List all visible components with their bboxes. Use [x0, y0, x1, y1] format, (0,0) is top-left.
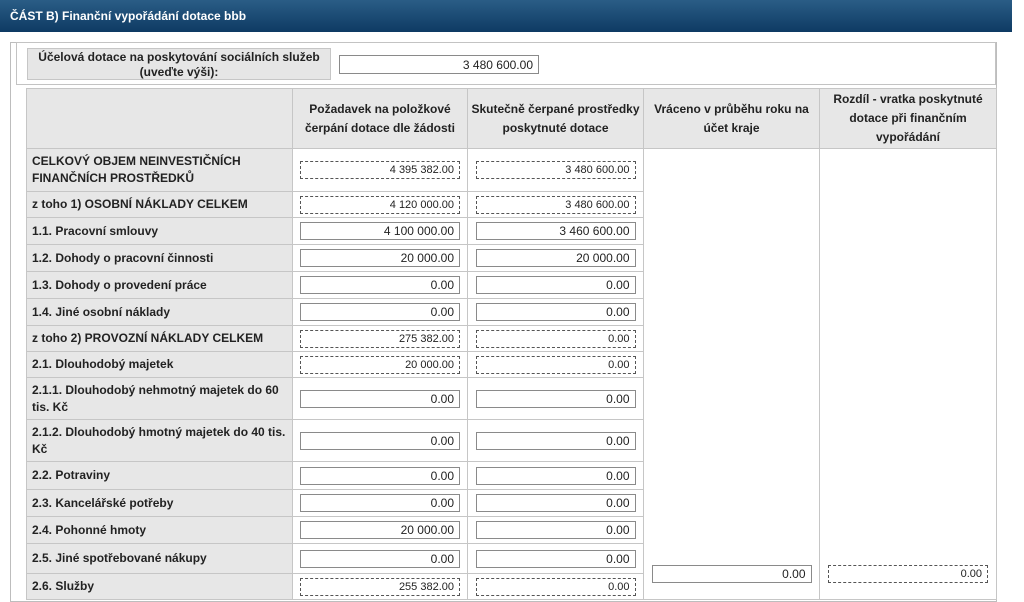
actual-amount-computed: 3 480 600.00 — [475, 195, 636, 214]
cell-actual: 0.00 — [467, 325, 644, 352]
actual-amount-input[interactable]: 0.00 — [475, 549, 636, 568]
row-label: 2.1.1. Dlouhodobý nehmotný majetek do 60… — [26, 377, 293, 420]
row-label: 1.2. Dohody o pracovní činnosti — [26, 244, 293, 272]
requested-amount-computed: 4 395 382.00 — [300, 161, 460, 179]
actual-amount-input[interactable]: 3 460 600.00 — [475, 222, 636, 240]
cell-actual: 0.00 — [467, 489, 644, 517]
cell-requested: 20 000.00 — [292, 244, 468, 272]
cell-requested: 4 100 000.00 — [292, 217, 468, 245]
requested-amount-input[interactable]: 0.00 — [300, 303, 460, 321]
requested-amount-computed: 20 000.00 — [300, 355, 460, 374]
cell-actual: 0.00 — [467, 271, 644, 299]
row-label: 1.3. Dohody o provedení práce — [26, 271, 293, 299]
cell-actual: 3 480 600.00 — [467, 191, 644, 218]
row-label: 2.4. Pohonné hmoty — [26, 516, 293, 544]
actual-amount-input[interactable]: 0.00 — [475, 303, 636, 321]
row-label: 2.5. Jiné spotřebované nákupy — [26, 543, 293, 574]
cell-actual: 0.00 — [467, 516, 644, 544]
requested-amount-input[interactable]: 0.00 — [300, 276, 460, 294]
cell-actual: 0.00 — [467, 461, 644, 490]
cell-requested: 0.00 — [292, 543, 468, 574]
row-label: 2.1. Dlouhodobý majetek — [26, 351, 293, 378]
row-label: 2.2. Potraviny — [26, 461, 293, 490]
cell-requested: 4 395 382.00 — [292, 148, 468, 192]
header-returned: Vráceno v průběhu roku na účet kraje — [643, 88, 820, 149]
cell-requested: 4 120 000.00 — [292, 191, 468, 218]
actual-amount-input[interactable]: 0.00 — [475, 431, 636, 450]
row-label: CELKOVÝ OBJEM NEINVESTIČNÍCH FINANČNÍCH … — [26, 148, 293, 192]
purpose-row: Účelová dotace na poskytování sociálních… — [16, 42, 996, 85]
cell-requested: 0.00 — [292, 461, 468, 490]
cell-requested: 0.00 — [292, 419, 468, 462]
cell-requested: 275 382.00 — [292, 325, 468, 352]
cell-actual: 0.00 — [467, 351, 644, 378]
row-label: z toho 2) PROVOZNÍ NÁKLADY CELKEM — [26, 325, 293, 352]
table-body: CELKOVÝ OBJEM NEINVESTIČNÍCH FINANČNÍCH … — [26, 148, 997, 600]
row-label: z toho 1) OSOBNÍ NÁKLADY CELKEM — [26, 191, 293, 218]
row-label: 2.3. Kancelářské potřeby — [26, 489, 293, 517]
requested-amount-input[interactable]: 0.00 — [300, 431, 460, 450]
table-row: CELKOVÝ OBJEM NEINVESTIČNÍCH FINANČNÍCH … — [26, 148, 997, 600]
header-difference: Rozdíl - vratka poskytnuté dotace při fi… — [819, 88, 997, 149]
purpose-amount-input[interactable]: 3 480 600.00 — [339, 55, 539, 74]
actual-amount-computed: 0.00 — [475, 355, 636, 374]
section-title: ČÁST B) Finanční vypořádání dotace bbb — [10, 9, 247, 23]
requested-amount-input[interactable]: 0.00 — [300, 466, 460, 485]
actual-amount-computed: 0.00 — [475, 329, 636, 348]
table-header-row: Požadavek na položkové čerpání dotace dl… — [26, 88, 997, 149]
difference-amount-computed: 0.00 — [828, 565, 988, 583]
cell-requested: 0.00 — [292, 298, 468, 326]
requested-amount-input[interactable]: 0.00 — [300, 389, 460, 408]
actual-amount-input[interactable]: 0.00 — [475, 494, 636, 512]
cell-requested: 20 000.00 — [292, 351, 468, 378]
actual-amount-input[interactable]: 0.00 — [475, 521, 636, 539]
header-actual: Skutečně čerpané prostředky poskytnuté d… — [467, 88, 644, 149]
row-label: 2.1.2. Dlouhodobý hmotný majetek do 40 t… — [26, 419, 293, 462]
cell-requested: 20 000.00 — [292, 516, 468, 544]
actual-amount-input[interactable]: 20 000.00 — [475, 249, 636, 267]
cell-difference: 0.00 — [819, 148, 997, 600]
cell-actual: 0.00 — [467, 377, 644, 420]
actual-amount-input[interactable]: 0.00 — [475, 389, 636, 408]
requested-amount-input[interactable]: 0.00 — [300, 549, 460, 568]
requested-amount-computed: 4 120 000.00 — [300, 195, 460, 214]
header-requested: Požadavek na položkové čerpání dotace dl… — [292, 88, 468, 149]
actual-amount-computed: 3 480 600.00 — [475, 161, 636, 179]
row-label: 1.1. Pracovní smlouvy — [26, 217, 293, 245]
section-header: ČÁST B) Finanční vypořádání dotace bbb — [0, 0, 1012, 32]
cell-requested: 0.00 — [292, 377, 468, 420]
actual-amount-input[interactable]: 0.00 — [475, 466, 636, 485]
header-label — [26, 88, 293, 149]
requested-amount-input[interactable]: 0.00 — [300, 494, 460, 512]
cell-actual: 0.00 — [467, 419, 644, 462]
requested-amount-input[interactable]: 20 000.00 — [300, 249, 460, 267]
requested-amount-input[interactable]: 20 000.00 — [300, 521, 460, 539]
cell-actual: 3 480 600.00 — [467, 148, 644, 192]
cell-actual: 20 000.00 — [467, 244, 644, 272]
cell-requested: 0.00 — [292, 271, 468, 299]
actual-amount-input[interactable]: 0.00 — [475, 276, 636, 294]
cell-actual: 3 460 600.00 — [467, 217, 644, 245]
cell-actual: 0.00 — [467, 543, 644, 574]
row-label: 1.4. Jiné osobní náklady — [26, 298, 293, 326]
requested-amount-computed: 275 382.00 — [300, 329, 460, 348]
settlement-table: Požadavek na položkové čerpání dotace dl… — [26, 88, 997, 600]
cell-actual: 0.00 — [467, 298, 644, 326]
returned-amount-input[interactable]: 0.00 — [651, 565, 812, 583]
cell-returned: 0.00 — [643, 148, 820, 600]
purpose-label: Účelová dotace na poskytování sociálních… — [27, 48, 331, 80]
cell-requested: 0.00 — [292, 489, 468, 517]
requested-amount-input[interactable]: 4 100 000.00 — [300, 222, 460, 240]
